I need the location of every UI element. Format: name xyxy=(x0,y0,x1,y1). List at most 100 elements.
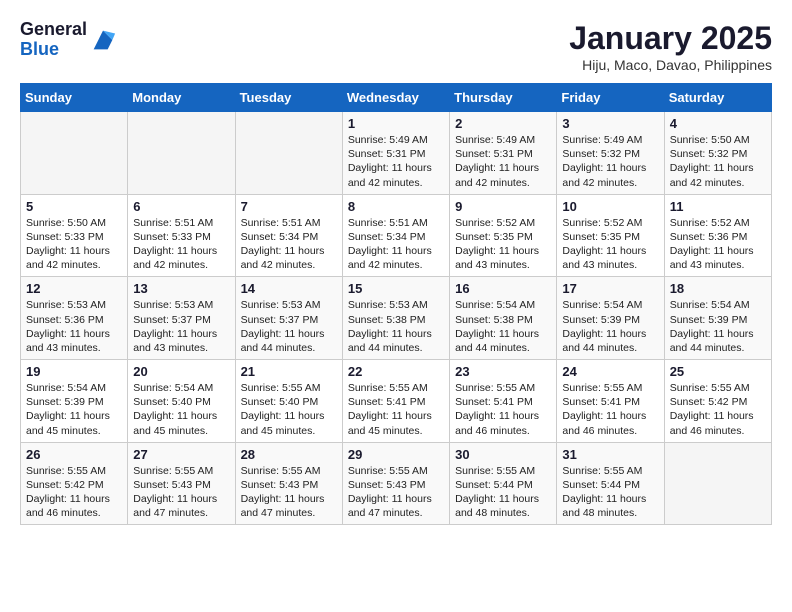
calendar-cell: 1 Sunrise: 5:49 AM Sunset: 5:31 PM Daylig… xyxy=(342,112,449,195)
calendar-header-monday: Monday xyxy=(128,84,235,112)
day-number: 12 xyxy=(26,281,122,296)
calendar-cell: 9 Sunrise: 5:52 AM Sunset: 5:35 PM Daylig… xyxy=(450,194,557,277)
day-number: 8 xyxy=(348,199,444,214)
page-header: General Blue January 2025 Hiju, Maco, Da… xyxy=(20,20,772,73)
day-number: 5 xyxy=(26,199,122,214)
day-info: Sunrise: 5:52 AM Sunset: 5:35 PM Dayligh… xyxy=(455,216,551,273)
day-number: 14 xyxy=(241,281,337,296)
day-info: Sunrise: 5:55 AM Sunset: 5:40 PM Dayligh… xyxy=(241,381,337,438)
day-info: Sunrise: 5:49 AM Sunset: 5:31 PM Dayligh… xyxy=(455,133,551,190)
calendar-cell: 19 Sunrise: 5:54 AM Sunset: 5:39 PM Dayli… xyxy=(21,360,128,443)
calendar-cell: 6 Sunrise: 5:51 AM Sunset: 5:33 PM Daylig… xyxy=(128,194,235,277)
logo-text: General Blue xyxy=(20,20,87,60)
calendar-cell: 15 Sunrise: 5:53 AM Sunset: 5:38 PM Dayli… xyxy=(342,277,449,360)
day-info: Sunrise: 5:50 AM Sunset: 5:33 PM Dayligh… xyxy=(26,216,122,273)
calendar-cell: 30Sunrise: 5:55 AM Sunset: 5:44 PM Dayli… xyxy=(450,442,557,525)
calendar-cell: 24 Sunrise: 5:55 AM Sunset: 5:41 PM Dayli… xyxy=(557,360,664,443)
day-number: 29 xyxy=(348,447,444,462)
calendar-cell xyxy=(235,112,342,195)
calendar-cell: 4Sunrise: 5:50 AM Sunset: 5:32 PM Daylig… xyxy=(664,112,771,195)
day-info: Sunrise: 5:54 AM Sunset: 5:40 PM Dayligh… xyxy=(133,381,229,438)
day-number: 9 xyxy=(455,199,551,214)
day-number: 2 xyxy=(455,116,551,131)
calendar-header-friday: Friday xyxy=(557,84,664,112)
calendar-cell: 13 Sunrise: 5:53 AM Sunset: 5:37 PM Dayli… xyxy=(128,277,235,360)
day-info: Sunrise: 5:55 AM Sunset: 5:41 PM Dayligh… xyxy=(348,381,444,438)
day-number: 26 xyxy=(26,447,122,462)
calendar-table: SundayMondayTuesdayWednesdayThursdayFrid… xyxy=(20,83,772,525)
day-info: Sunrise: 5:51 AM Sunset: 5:33 PM Dayligh… xyxy=(133,216,229,273)
day-number: 4 xyxy=(670,116,766,131)
calendar-header-sunday: Sunday xyxy=(21,84,128,112)
calendar-cell: 20Sunrise: 5:54 AM Sunset: 5:40 PM Dayli… xyxy=(128,360,235,443)
calendar-cell: 28 Sunrise: 5:55 AM Sunset: 5:43 PM Dayli… xyxy=(235,442,342,525)
calendar-cell: 18Sunrise: 5:54 AM Sunset: 5:39 PM Dayli… xyxy=(664,277,771,360)
calendar-cell: 25Sunrise: 5:55 AM Sunset: 5:42 PM Dayli… xyxy=(664,360,771,443)
day-info: Sunrise: 5:54 AM Sunset: 5:38 PM Dayligh… xyxy=(455,298,551,355)
subtitle: Hiju, Maco, Davao, Philippines xyxy=(569,57,772,73)
day-info: Sunrise: 5:49 AM Sunset: 5:31 PM Dayligh… xyxy=(348,133,444,190)
calendar-cell: 16 Sunrise: 5:54 AM Sunset: 5:38 PM Dayli… xyxy=(450,277,557,360)
day-info: Sunrise: 5:51 AM Sunset: 5:34 PM Dayligh… xyxy=(348,216,444,273)
day-info: Sunrise: 5:52 AM Sunset: 5:36 PM Dayligh… xyxy=(670,216,766,273)
calendar-week-row: 12 Sunrise: 5:53 AM Sunset: 5:36 PM Dayli… xyxy=(21,277,772,360)
calendar-cell: 31 Sunrise: 5:55 AM Sunset: 5:44 PM Dayli… xyxy=(557,442,664,525)
day-number: 27 xyxy=(133,447,229,462)
day-number: 3 xyxy=(562,116,658,131)
day-number: 16 xyxy=(455,281,551,296)
day-number: 31 xyxy=(562,447,658,462)
day-number: 6 xyxy=(133,199,229,214)
day-number: 7 xyxy=(241,199,337,214)
calendar-cell xyxy=(128,112,235,195)
calendar-cell: 10Sunrise: 5:52 AM Sunset: 5:35 PM Dayli… xyxy=(557,194,664,277)
day-info: Sunrise: 5:53 AM Sunset: 5:38 PM Dayligh… xyxy=(348,298,444,355)
calendar-cell: 26Sunrise: 5:55 AM Sunset: 5:42 PM Dayli… xyxy=(21,442,128,525)
calendar-header-tuesday: Tuesday xyxy=(235,84,342,112)
day-number: 15 xyxy=(348,281,444,296)
day-number: 11 xyxy=(670,199,766,214)
calendar-cell: 29 Sunrise: 5:55 AM Sunset: 5:43 PM Dayli… xyxy=(342,442,449,525)
calendar-week-row: 5 Sunrise: 5:50 AM Sunset: 5:33 PM Daylig… xyxy=(21,194,772,277)
calendar-cell: 2 Sunrise: 5:49 AM Sunset: 5:31 PM Daylig… xyxy=(450,112,557,195)
day-number: 21 xyxy=(241,364,337,379)
calendar-header-thursday: Thursday xyxy=(450,84,557,112)
day-info: Sunrise: 5:49 AM Sunset: 5:32 PM Dayligh… xyxy=(562,133,658,190)
day-number: 19 xyxy=(26,364,122,379)
day-info: Sunrise: 5:55 AM Sunset: 5:43 PM Dayligh… xyxy=(133,464,229,521)
day-info: Sunrise: 5:53 AM Sunset: 5:37 PM Dayligh… xyxy=(133,298,229,355)
day-info: Sunrise: 5:55 AM Sunset: 5:41 PM Dayligh… xyxy=(455,381,551,438)
calendar-header-row: SundayMondayTuesdayWednesdayThursdayFrid… xyxy=(21,84,772,112)
day-info: Sunrise: 5:53 AM Sunset: 5:37 PM Dayligh… xyxy=(241,298,337,355)
day-info: Sunrise: 5:55 AM Sunset: 5:44 PM Dayligh… xyxy=(562,464,658,521)
calendar-cell: 8 Sunrise: 5:51 AM Sunset: 5:34 PM Daylig… xyxy=(342,194,449,277)
calendar-cell: 23Sunrise: 5:55 AM Sunset: 5:41 PM Dayli… xyxy=(450,360,557,443)
day-number: 1 xyxy=(348,116,444,131)
day-info: Sunrise: 5:55 AM Sunset: 5:43 PM Dayligh… xyxy=(348,464,444,521)
calendar-cell: 3 Sunrise: 5:49 AM Sunset: 5:32 PM Daylig… xyxy=(557,112,664,195)
calendar-cell: 27 Sunrise: 5:55 AM Sunset: 5:43 PM Dayli… xyxy=(128,442,235,525)
calendar-header-wednesday: Wednesday xyxy=(342,84,449,112)
calendar-cell xyxy=(664,442,771,525)
day-number: 18 xyxy=(670,281,766,296)
logo-icon xyxy=(89,26,117,54)
calendar-week-row: 26Sunrise: 5:55 AM Sunset: 5:42 PM Dayli… xyxy=(21,442,772,525)
day-info: Sunrise: 5:55 AM Sunset: 5:43 PM Dayligh… xyxy=(241,464,337,521)
calendar-cell: 21 Sunrise: 5:55 AM Sunset: 5:40 PM Dayli… xyxy=(235,360,342,443)
day-number: 22 xyxy=(348,364,444,379)
day-info: Sunrise: 5:55 AM Sunset: 5:44 PM Dayligh… xyxy=(455,464,551,521)
day-number: 13 xyxy=(133,281,229,296)
day-info: Sunrise: 5:54 AM Sunset: 5:39 PM Dayligh… xyxy=(562,298,658,355)
day-info: Sunrise: 5:55 AM Sunset: 5:41 PM Dayligh… xyxy=(562,381,658,438)
calendar-header-saturday: Saturday xyxy=(664,84,771,112)
day-number: 28 xyxy=(241,447,337,462)
calendar-cell: 22 Sunrise: 5:55 AM Sunset: 5:41 PM Dayli… xyxy=(342,360,449,443)
calendar-cell: 7Sunrise: 5:51 AM Sunset: 5:34 PM Daylig… xyxy=(235,194,342,277)
calendar-cell xyxy=(21,112,128,195)
logo: General Blue xyxy=(20,20,117,60)
day-number: 24 xyxy=(562,364,658,379)
calendar-cell: 17Sunrise: 5:54 AM Sunset: 5:39 PM Dayli… xyxy=(557,277,664,360)
day-info: Sunrise: 5:53 AM Sunset: 5:36 PM Dayligh… xyxy=(26,298,122,355)
calendar-week-row: 1 Sunrise: 5:49 AM Sunset: 5:31 PM Daylig… xyxy=(21,112,772,195)
day-number: 25 xyxy=(670,364,766,379)
day-info: Sunrise: 5:54 AM Sunset: 5:39 PM Dayligh… xyxy=(26,381,122,438)
